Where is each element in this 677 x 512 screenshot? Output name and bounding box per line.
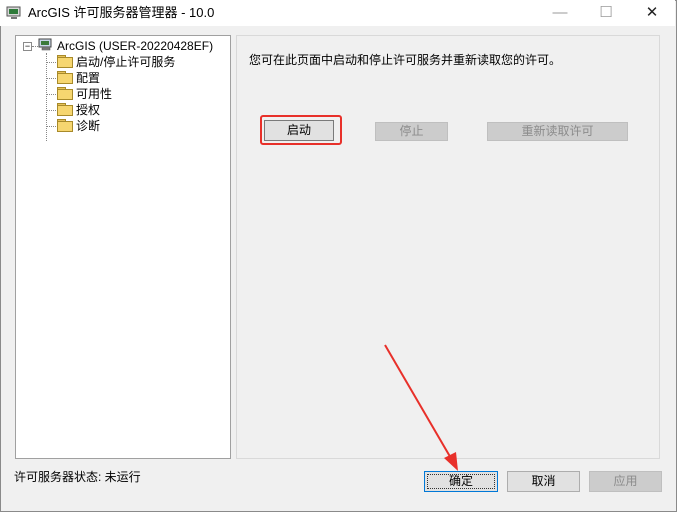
cancel-button[interactable]: 取消	[507, 471, 580, 492]
tree-item-config[interactable]: 配置	[57, 70, 100, 86]
tree-item-diagnostics[interactable]: 诊断	[57, 118, 100, 134]
close-button[interactable]: ✕	[629, 0, 675, 26]
tree-item-availability[interactable]: 可用性	[57, 86, 112, 102]
collapse-toggle[interactable]: −	[23, 42, 32, 51]
ok-button[interactable]: 确定	[424, 471, 498, 492]
folder-icon	[57, 87, 73, 100]
panel-description: 您可在此页面中启动和停止许可服务并重新读取您的许可。	[249, 53, 562, 67]
tree-root-label: ArcGIS (USER-20220428EF)	[57, 39, 214, 53]
tree-item-label: 授权	[76, 103, 101, 117]
computer-icon	[38, 38, 54, 52]
reread-license-button[interactable]: 重新读取许可	[487, 122, 628, 141]
tree-item-start-stop[interactable]: 启动/停止许可服务	[57, 54, 175, 70]
tree-item-authorize[interactable]: 授权	[57, 102, 100, 118]
folder-icon	[57, 71, 73, 84]
navigation-tree[interactable]: − ArcGIS (USER-20220428EF) 启动/停止许可服务 配置 …	[15, 35, 231, 459]
tree-item-label: 可用性	[76, 87, 113, 101]
content-panel	[236, 35, 660, 459]
tree-connector	[46, 126, 56, 127]
tree-item-label: 启动/停止许可服务	[76, 55, 176, 69]
window-title: ArcGIS 许可服务器管理器 - 10.0	[28, 5, 215, 20]
tree-root-item[interactable]: ArcGIS (USER-20220428EF)	[38, 38, 213, 54]
tree-connector	[46, 94, 56, 95]
tree-connector	[46, 78, 56, 79]
app-icon	[6, 5, 22, 21]
tree-connector	[46, 53, 47, 141]
maximize-button[interactable]: ☐	[583, 0, 629, 26]
tree-connector	[46, 110, 56, 111]
start-button[interactable]: 启动	[264, 120, 334, 141]
tree-connector	[46, 62, 56, 63]
folder-icon	[57, 119, 73, 132]
apply-button[interactable]: 应用	[589, 471, 662, 492]
minimize-button[interactable]: —	[537, 0, 583, 26]
tree-item-label: 配置	[76, 71, 101, 85]
tree-item-label: 诊断	[76, 119, 101, 133]
stop-button[interactable]: 停止	[375, 122, 448, 141]
ok-label: 确定	[448, 474, 473, 488]
folder-icon	[57, 55, 73, 68]
folder-icon	[57, 103, 73, 116]
server-status: 许可服务器状态: 未运行	[14, 470, 141, 484]
